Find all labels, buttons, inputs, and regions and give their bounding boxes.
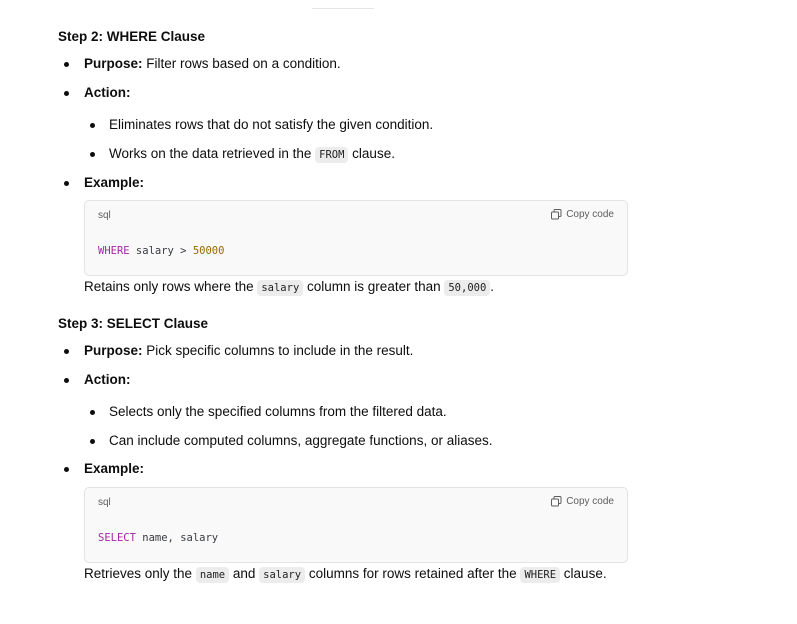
bullet-dot — [90, 123, 95, 128]
para-text: columns for rows retained after the — [305, 566, 521, 581]
inline-code: WHERE — [520, 567, 561, 583]
bullet-dot — [64, 349, 69, 354]
copy-code-label: Copy code — [566, 209, 614, 220]
para-text: . — [490, 279, 495, 294]
bullet-dot — [64, 378, 69, 383]
code-block: sql Copy code SELECT name, salary — [84, 487, 628, 563]
bullet-dot — [90, 152, 95, 157]
copy-code-button[interactable]: Copy code — [551, 496, 614, 507]
bullet-dot — [90, 410, 95, 415]
code-line: SELECT name, salary — [98, 532, 218, 544]
step3-explanation: Retrieves only the name and salary colum… — [84, 565, 607, 584]
copy-icon — [551, 496, 562, 507]
inline-code: name — [195, 567, 230, 583]
para-text: and — [229, 566, 260, 581]
step3-action-label: Action: — [84, 372, 131, 387]
step2-action-label: Action: — [84, 85, 131, 100]
step3-heading: Step 3: SELECT Clause — [58, 316, 209, 331]
purpose-text: Pick specific columns to include in the … — [142, 343, 414, 358]
inline-code: 50,000 — [444, 280, 491, 296]
para-text: Retrieves only the — [84, 566, 196, 581]
para-text: Retains only rows where the — [84, 279, 258, 294]
bullet-dot — [64, 62, 69, 67]
bullet-dot — [64, 181, 69, 186]
inline-code: salary — [257, 280, 304, 296]
para-text: column is greater than — [303, 279, 445, 294]
step2-action-item-2: Works on the data retrieved in the FROM … — [109, 145, 395, 164]
step3-action-item-1: Selects only the specified columns from … — [109, 404, 447, 419]
step2-purpose: Purpose: Filter rows based on a conditio… — [84, 55, 341, 73]
code-language: sql — [98, 210, 111, 221]
item-text: Works on the data retrieved in the — [109, 146, 316, 161]
code-keyword: SELECT — [98, 532, 136, 544]
step2-action-item-1: Eliminates rows that do not satisfy the … — [109, 117, 434, 132]
code-line: WHERE salary > 50000 — [98, 245, 224, 257]
item-text: clause. — [348, 146, 395, 161]
step3-purpose: Purpose: Pick specific columns to includ… — [84, 342, 413, 360]
inline-code: salary — [259, 567, 306, 583]
bullet-dot — [64, 467, 69, 472]
step3-action-item-2: Can include computed columns, aggregate … — [109, 433, 493, 448]
copy-code-label: Copy code — [566, 496, 614, 507]
step2-example-label: Example: — [84, 175, 145, 190]
code-text: name, salary — [135, 532, 219, 544]
purpose-label: Purpose: — [84, 343, 143, 358]
purpose-text: Filter rows based on a condition. — [142, 56, 341, 71]
inline-code: FROM — [315, 147, 349, 163]
step2-explanation: Retains only rows where the salary colum… — [84, 278, 494, 297]
step3-example-label: Example: — [84, 461, 145, 476]
bullet-dot — [90, 439, 95, 444]
para-text: clause. — [560, 566, 607, 581]
code-text: salary > — [129, 245, 193, 257]
bullet-dot — [64, 91, 69, 96]
code-block: sql Copy code WHERE salary > 50000 — [84, 200, 628, 276]
code-language: sql — [98, 497, 111, 508]
code-number: 50000 — [192, 245, 225, 257]
purpose-label: Purpose: — [84, 56, 143, 71]
step2-heading: Step 2: WHERE Clause — [58, 29, 206, 44]
copy-icon — [551, 209, 562, 220]
divider — [312, 8, 374, 9]
code-keyword: WHERE — [98, 245, 130, 257]
copy-code-button[interactable]: Copy code — [551, 209, 614, 220]
